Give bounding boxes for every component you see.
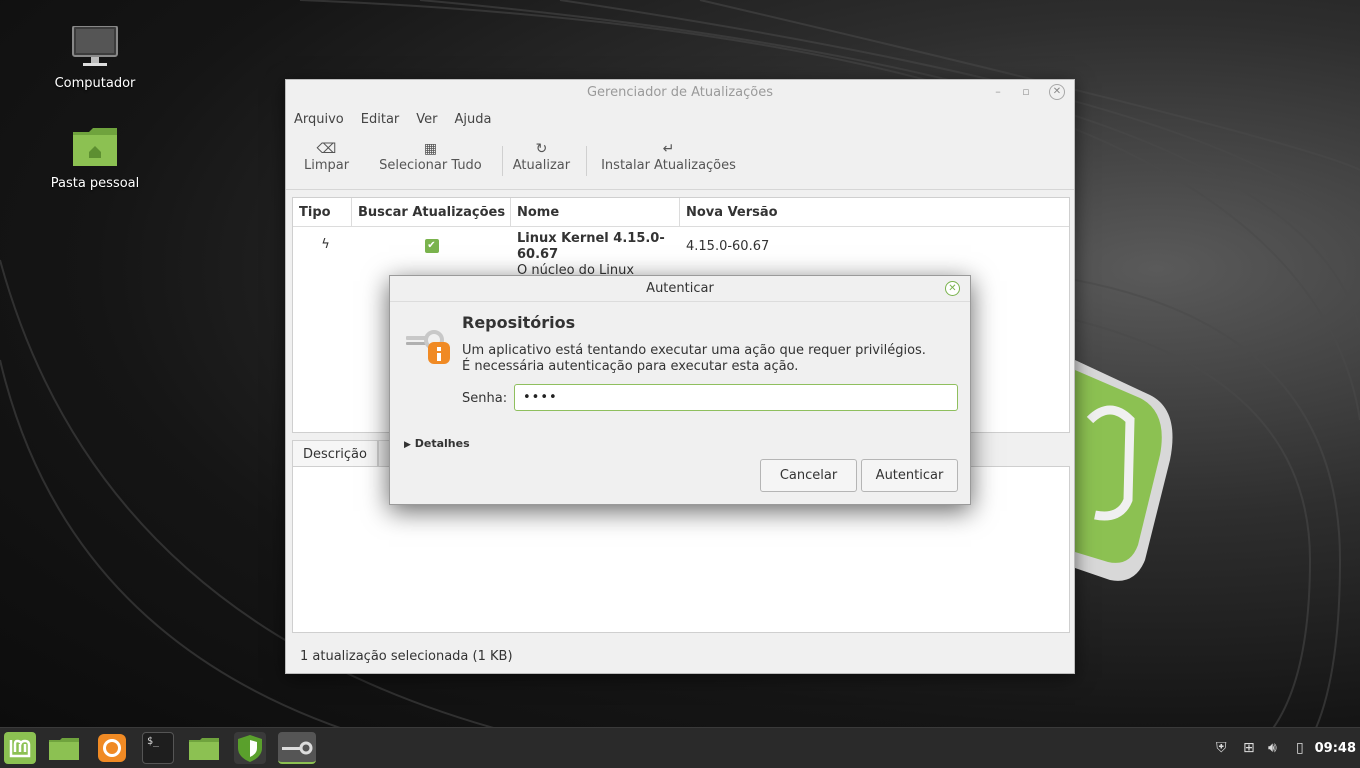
battery-icon[interactable]: ▯ <box>1296 740 1304 756</box>
computer-icon <box>71 25 119 70</box>
column-name[interactable]: Nome <box>511 198 680 226</box>
terminal-icon[interactable]: $_ <box>142 732 174 764</box>
refresh-button[interactable]: ↻ Atualizar <box>503 132 580 173</box>
install-label: Instalar Atualizações <box>601 158 736 173</box>
table-header: Tipo Buscar Atualizações Nome Nova Versã… <box>293 198 1069 227</box>
install-updates-button[interactable]: ↵ Instalar Atualizações <box>587 132 746 173</box>
password-label: Senha: <box>462 391 508 406</box>
authenticate-button[interactable]: Autenticar <box>861 459 958 492</box>
update-manager-task-icon[interactable] <box>234 732 266 764</box>
desktop-icon-computer[interactable]: Computador <box>40 25 150 91</box>
shield-update-icon[interactable]: ⛨ <box>1216 740 1227 756</box>
details-label: Detalhes <box>414 437 470 450</box>
menu-help[interactable]: Ajuda <box>455 106 492 132</box>
dialog-titlebar[interactable]: Autenticar ✕ <box>390 276 970 302</box>
details-expander[interactable]: ▶ Detalhes <box>404 437 470 450</box>
toolbar: ⌫ Limpar ▦ Selecionar Tudo ↻ Atualizar ↵… <box>286 132 1074 190</box>
clear-button[interactable]: ⌫ Limpar <box>294 132 359 173</box>
update-version: 4.15.0-60.67 <box>686 239 770 254</box>
status-text: 1 atualização selecionada (1 KB) <box>300 649 513 664</box>
tab-description[interactable]: Descrição <box>292 440 378 467</box>
files-icon[interactable] <box>188 732 220 764</box>
detail-tabs: Descrição P <box>292 440 402 467</box>
dialog-close-icon[interactable]: ✕ <box>945 281 960 296</box>
dialog-title: Autenticar <box>646 281 714 296</box>
triangle-right-icon: ▶ <box>404 440 411 450</box>
select-all-button[interactable]: ▦ Selecionar Tudo <box>359 132 502 173</box>
column-check[interactable]: Buscar Atualizações <box>352 198 511 226</box>
authentication-task-icon[interactable] <box>278 732 316 764</box>
minimize-icon[interactable]: – <box>990 84 1006 100</box>
mint-logo-decoration <box>1075 360 1173 581</box>
network-icon[interactable]: ⊞ <box>1243 740 1255 756</box>
firefox-icon[interactable] <box>96 732 128 764</box>
dialog-message: Um aplicativo está tentando executar uma… <box>462 343 926 374</box>
password-input[interactable]: •••• <box>514 384 958 411</box>
table-row[interactable]: ϟ ✔ Linux Kernel 4.15.0-60.67 O núcleo d… <box>293 227 1069 278</box>
clear-label: Limpar <box>304 158 350 173</box>
update-checkbox[interactable]: ✔ <box>424 239 439 253</box>
window-titlebar[interactable]: Gerenciador de Atualizações – ▫ ✕ <box>286 80 1074 106</box>
menu-file[interactable]: Arquivo <box>294 106 344 132</box>
column-type[interactable]: Tipo <box>293 198 352 226</box>
window-title: Gerenciador de Atualizações <box>586 85 773 100</box>
volume-icon[interactable]: 🔊︎ <box>1268 740 1277 756</box>
home-folder-icon <box>71 126 119 170</box>
mint-menu-icon[interactable] <box>4 732 36 764</box>
select-all-icon: ▦ <box>423 141 438 157</box>
lightning-icon: ϟ <box>321 237 330 252</box>
show-desktop-icon[interactable] <box>48 732 80 764</box>
clock[interactable]: 09:48 <box>1315 741 1356 756</box>
maximize-icon[interactable]: ▫ <box>1018 84 1034 100</box>
backspace-icon: ⌫ <box>316 141 337 157</box>
desktop-icon-label: Pasta pessoal <box>50 176 140 191</box>
column-version[interactable]: Nova Versão <box>680 198 1069 226</box>
menu-bar: Arquivo Editar Ver Ajuda <box>286 106 1074 132</box>
close-icon[interactable]: ✕ <box>1049 84 1065 100</box>
desktop-icon-label: Computador <box>54 76 136 91</box>
menu-view[interactable]: Ver <box>416 106 437 132</box>
refresh-label: Atualizar <box>512 158 571 173</box>
update-name: Linux Kernel 4.15.0-60.67 <box>517 231 665 262</box>
keys-icon <box>406 328 450 364</box>
refresh-icon: ↻ <box>535 141 548 157</box>
dialog-heading: Repositórios <box>462 313 576 332</box>
taskbar: $_ ⛨ ⊞ 🔊︎ ▯ 09:48 <box>0 727 1360 768</box>
select-all-label: Selecionar Tudo <box>379 158 482 173</box>
authenticate-dialog: Autenticar ✕ Repositórios Um aplicativo … <box>389 275 971 505</box>
cancel-button[interactable]: Cancelar <box>760 459 857 492</box>
install-icon: ↵ <box>662 141 675 157</box>
desktop-icon-home[interactable]: Pasta pessoal <box>40 126 150 191</box>
menu-edit[interactable]: Editar <box>361 106 400 132</box>
